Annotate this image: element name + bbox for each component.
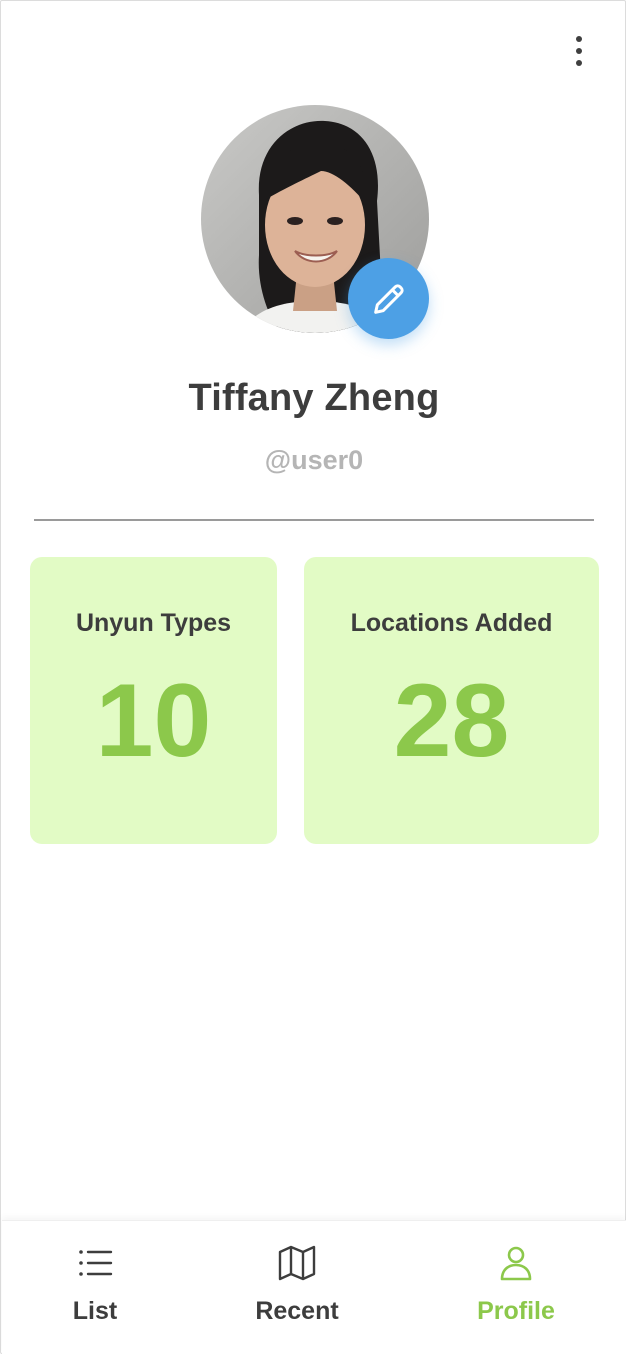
stat-value: 10 — [95, 663, 212, 779]
more-options-button[interactable] — [563, 31, 595, 71]
edit-avatar-button[interactable] — [348, 258, 429, 339]
profile-name: Tiffany Zheng — [188, 377, 440, 419]
stat-card-locations-added: Locations Added 28 — [304, 557, 599, 844]
tab-label: Profile — [477, 1297, 555, 1325]
list-icon — [79, 1250, 113, 1276]
tab-label: Recent — [255, 1297, 339, 1325]
profile-handle: @user0 — [264, 445, 364, 475]
stat-card-unyun-types: Unyun Types 10 — [30, 557, 277, 844]
stat-label: Unyun Types — [75, 609, 232, 637]
user-icon — [500, 1246, 532, 1281]
map-icon — [278, 1245, 316, 1281]
more-vertical-icon — [576, 36, 582, 42]
stat-label: Locations Added — [350, 609, 553, 637]
tab-profile[interactable]: Profile — [426, 1221, 606, 1354]
tab-recent[interactable]: Recent — [207, 1221, 387, 1354]
tab-list[interactable]: List — [5, 1221, 185, 1354]
stat-value: 28 — [393, 663, 510, 779]
bottom-tab-bar: List Recent Profile — [2, 1220, 626, 1354]
divider — [34, 519, 594, 521]
app-screen: Tiffany Zheng @user0 Unyun Types 10 Loca… — [0, 0, 626, 1354]
pencil-icon — [373, 283, 404, 314]
tab-label: List — [72, 1297, 118, 1325]
